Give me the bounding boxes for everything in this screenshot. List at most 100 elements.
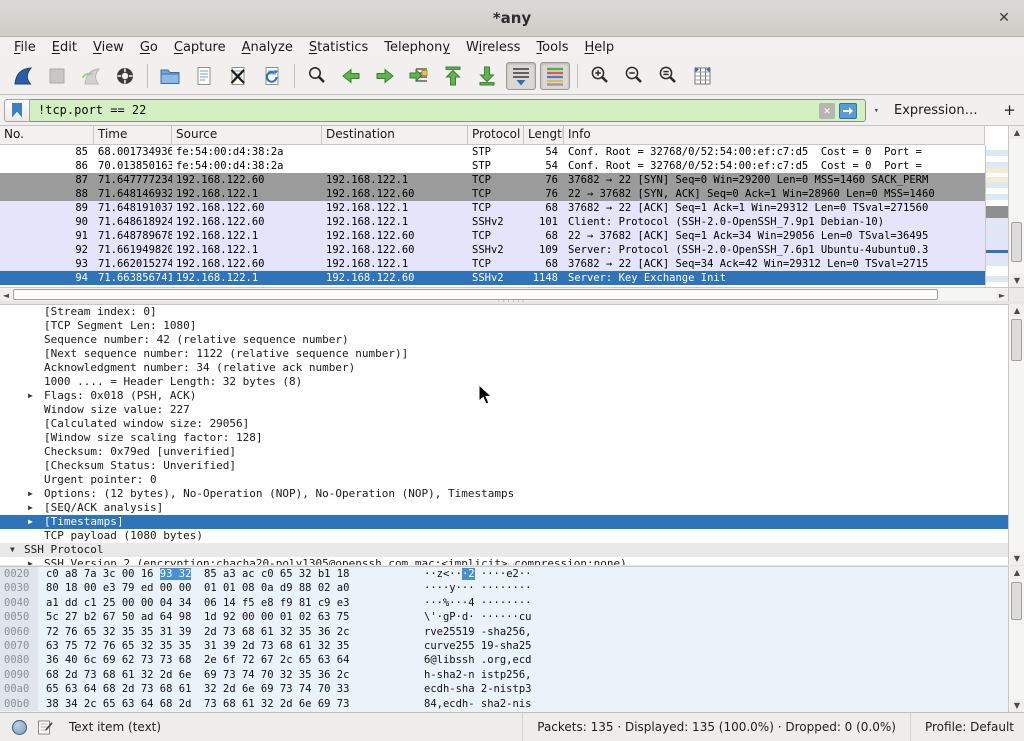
auto-scroll-button[interactable] — [506, 62, 536, 90]
hex-row-0090[interactable]: 009068 2d 73 68 61 32 2d 6e 69 73 74 70 … — [0, 668, 1024, 682]
stop-capture-button[interactable] — [42, 62, 72, 90]
menu-edit[interactable]: Edit — [44, 39, 85, 56]
column-header-destination[interactable]: Destination — [322, 126, 468, 144]
find-packet-button[interactable] — [302, 62, 332, 90]
menu-go[interactable]: Go — [132, 39, 166, 56]
detail-row-6[interactable]: ▶Flags: 0x018 (PSH, ACK) — [0, 389, 1008, 403]
column-header-protocol[interactable]: Protocol — [468, 126, 524, 144]
filter-dropdown-caret[interactable]: ▾ — [874, 106, 879, 116]
colorize-button[interactable] — [540, 62, 570, 90]
menu-statistics[interactable]: Statistics — [301, 39, 376, 56]
hex-row-0020[interactable]: 0020c0 a8 7a 3c 00 16 93 32 85 a3 ac c0 … — [0, 567, 1024, 581]
filter-clear-button[interactable]: ✕ — [819, 103, 835, 119]
start-capture-button[interactable] — [8, 62, 38, 90]
packet-row-85[interactable]: 8568.001734936fe:54:00:d4:38:2aSTP54Conf… — [0, 145, 985, 159]
packet-row-93[interactable]: 9371.662015274192.168.122.60192.168.122.… — [0, 257, 985, 271]
detail-row-9[interactable]: [Window size scaling factor: 128] — [0, 431, 1008, 445]
packet-row-86[interactable]: 8670.013850163fe:54:00:d4:38:2aSTP54Conf… — [0, 159, 985, 173]
close-button[interactable]: ✕ — [994, 8, 1014, 28]
go-forward-button[interactable] — [370, 62, 400, 90]
go-to-packet-button[interactable] — [404, 62, 434, 90]
hex-row-00b0[interactable]: 00b038 34 2c 65 63 64 68 2d 73 68 61 32 … — [0, 697, 1024, 711]
detail-row-13[interactable]: ▶Options: (12 bytes), No-Operation (NOP)… — [0, 487, 1008, 501]
close-file-button[interactable] — [223, 62, 253, 90]
hex-row-0060[interactable]: 006072 76 65 32 35 35 31 39 2d 73 68 61 … — [0, 625, 1024, 639]
hex-row-0030[interactable]: 003080 18 00 e3 79 ed 00 00 01 01 08 0a … — [0, 581, 1024, 595]
packet-list-vscrollbar[interactable]: ▲ ▼ — [1008, 126, 1024, 287]
details-vscrollbar[interactable]: ▲ ▼ — [1008, 304, 1024, 565]
packet-row-87[interactable]: 8771.647777234192.168.122.60192.168.122.… — [0, 173, 985, 187]
detail-row-14[interactable]: ▶[SEQ/ACK analysis] — [0, 501, 1008, 515]
detail-row-2[interactable]: Sequence number: 42 (relative sequence n… — [0, 333, 1008, 347]
expand-toggle-icon[interactable]: ▶ — [28, 389, 33, 403]
packet-row-90[interactable]: 9071.648618924192.168.122.60192.168.122.… — [0, 215, 985, 229]
restart-capture-button[interactable] — [76, 62, 106, 90]
packet-row-89[interactable]: 8971.648191037192.168.122.60192.168.122.… — [0, 201, 985, 215]
detail-row-10[interactable]: Checksum: 0x79ed [unverified] — [0, 445, 1008, 459]
expand-toggle-icon[interactable]: ▶ — [28, 557, 33, 565]
hex-row-0050[interactable]: 00505c 27 b2 67 50 ad 64 98 1d 92 00 00 … — [0, 610, 1024, 624]
hex-row-0070[interactable]: 007063 75 72 76 65 32 35 35 31 39 2d 73 … — [0, 639, 1024, 653]
detail-row-7[interactable]: Window size value: 227 — [0, 403, 1008, 417]
expand-toggle-icon[interactable]: ▶ — [28, 487, 33, 501]
go-first-button[interactable] — [438, 62, 468, 90]
hex-row-0040[interactable]: 0040a1 dd c1 25 00 00 04 34 06 14 f5 e8 … — [0, 596, 1024, 610]
detail-row-3[interactable]: [Next sequence number: 1122 (relative se… — [0, 347, 1008, 361]
scroll-down-arrow-icon[interactable]: ▼ — [1010, 274, 1024, 287]
zoom-reset-button[interactable] — [653, 62, 683, 90]
packet-row-91[interactable]: 9171.648789678192.168.122.1192.168.122.6… — [0, 229, 985, 243]
hex-row-00a0[interactable]: 00a065 63 64 68 2d 73 68 61 32 2d 6e 69 … — [0, 682, 1024, 696]
packet-list-minimap[interactable] — [985, 145, 1008, 286]
status-profile[interactable]: Profile: Default — [910, 713, 1024, 741]
expand-toggle-icon[interactable]: ▶ — [28, 515, 33, 529]
filter-bookmark-button[interactable] — [4, 99, 30, 122]
filter-apply-button[interactable] — [839, 103, 857, 119]
capture-options-button[interactable] — [110, 62, 140, 90]
detail-row-5[interactable]: 1000 .... = Header Length: 32 bytes (8) — [0, 375, 1008, 389]
go-last-button[interactable] — [472, 62, 502, 90]
menu-capture[interactable]: Capture — [166, 39, 234, 56]
packet-row-88[interactable]: 8871.648146932192.168.122.1192.168.122.6… — [0, 187, 985, 201]
save-file-button[interactable] — [189, 62, 219, 90]
filter-add-button[interactable]: + — [1000, 101, 1020, 119]
scrollbar-thumb[interactable] — [1011, 319, 1022, 361]
column-header-length[interactable]: Length — [524, 126, 564, 144]
scroll-up-arrow-icon[interactable]: ▲ — [1010, 566, 1024, 579]
scroll-down-arrow-icon[interactable]: ▼ — [1010, 699, 1024, 712]
detail-row-17[interactable]: ▼SSH Protocol — [0, 543, 1008, 557]
menu-file[interactable]: File — [6, 39, 44, 56]
scroll-down-arrow-icon[interactable]: ▼ — [1010, 552, 1024, 565]
menu-tools[interactable]: Tools — [528, 39, 576, 56]
resize-columns-button[interactable] — [687, 62, 717, 90]
menu-analyze[interactable]: Analyze — [234, 39, 301, 56]
scroll-up-arrow-icon[interactable]: ▲ — [1010, 304, 1024, 317]
packet-row-92[interactable]: 9271.661949820192.168.122.1192.168.122.6… — [0, 243, 985, 257]
column-header-info[interactable]: Info — [564, 126, 985, 144]
detail-row-15[interactable]: ▶[Timestamps] — [0, 515, 1008, 529]
detail-row-12[interactable]: Urgent pointer: 0 — [0, 473, 1008, 487]
detail-row-16[interactable]: TCP payload (1080 bytes) — [0, 529, 1008, 543]
collapse-toggle-icon[interactable]: ▼ — [10, 543, 15, 557]
hex-row-0080[interactable]: 008036 40 6c 69 62 73 73 68 2e 6f 72 67 … — [0, 653, 1024, 667]
detail-row-4[interactable]: Acknowledgment number: 34 (relative ack … — [0, 361, 1008, 375]
detail-row-11[interactable]: [Checksum Status: Unverified] — [0, 459, 1008, 473]
zoom-out-button[interactable] — [619, 62, 649, 90]
scrollbar-thumb[interactable] — [1011, 222, 1022, 262]
expression-button[interactable]: Expression… — [894, 103, 978, 118]
detail-row-8[interactable]: [Calculated window size: 29056] — [0, 417, 1008, 431]
expand-toggle-icon[interactable]: ▶ — [28, 501, 33, 515]
reload-file-button[interactable] — [257, 62, 287, 90]
packet-row-94[interactable]: 9471.663856741192.168.122.1192.168.122.6… — [0, 271, 985, 285]
menu-telephony[interactable]: Telephony — [376, 39, 458, 56]
menu-help[interactable]: Help — [576, 39, 622, 56]
zoom-in-button[interactable] — [585, 62, 615, 90]
scrollbar-thumb[interactable] — [1011, 582, 1022, 620]
capture-comment-icon[interactable] — [37, 719, 53, 735]
column-header-time[interactable]: Time — [94, 126, 172, 144]
scroll-right-arrow-icon[interactable]: ► — [996, 289, 1008, 301]
column-header-no[interactable]: No. — [0, 126, 94, 144]
hex-vscrollbar[interactable]: ▲ ▼ — [1008, 566, 1024, 712]
scroll-up-arrow-icon[interactable]: ▲ — [1010, 126, 1024, 139]
scrollbar-thumb[interactable] — [13, 289, 938, 300]
detail-row-0[interactable]: [Stream index: 0] — [0, 305, 1008, 319]
